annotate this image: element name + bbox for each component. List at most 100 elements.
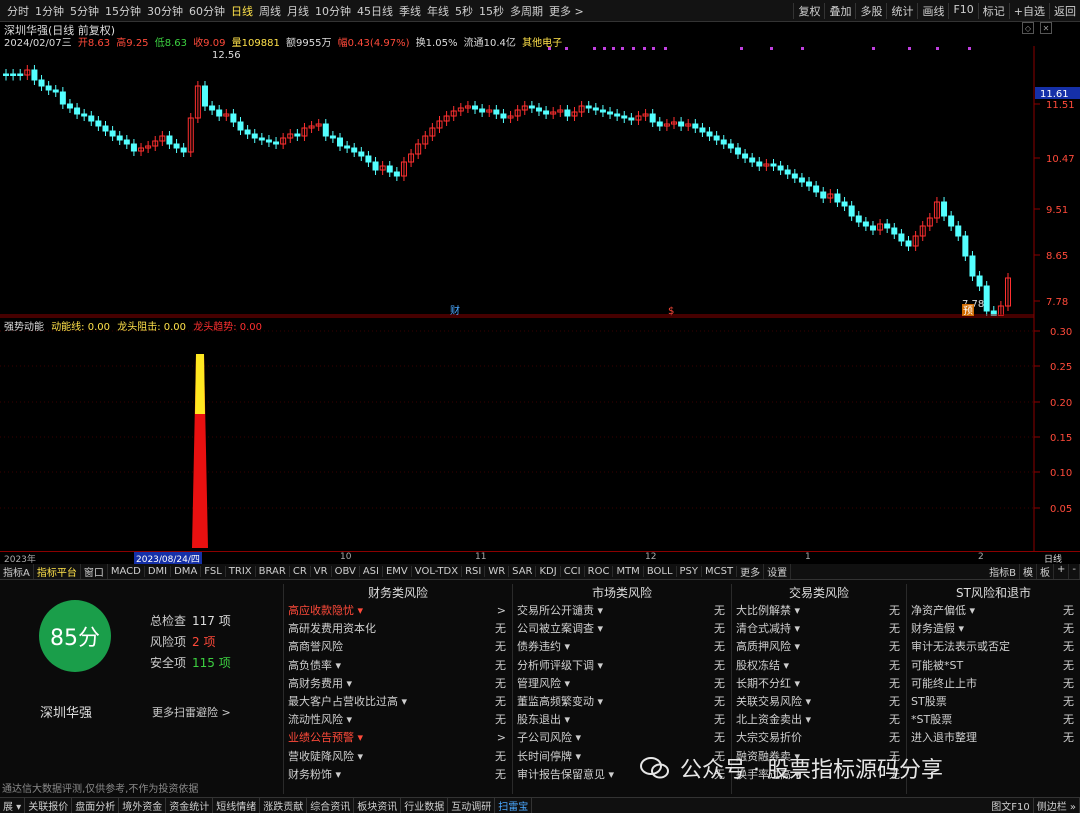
indicator-tab[interactable]: CCI bbox=[561, 566, 585, 577]
period-tab[interactable]: 15分钟 bbox=[102, 3, 144, 19]
settings-icon[interactable]: ◇ bbox=[1022, 22, 1034, 34]
risk-item[interactable]: 长期不分红 ▾ 无 bbox=[732, 675, 906, 693]
risk-item[interactable]: 北上资金卖出 ▾ 无 bbox=[732, 711, 906, 729]
risk-item[interactable]: 股权冻结 ▾ 无 bbox=[732, 657, 906, 675]
indicator-tab[interactable]: DMA bbox=[171, 566, 202, 577]
risk-item[interactable]: ST股票 无 bbox=[907, 693, 1080, 711]
period-tab[interactable]: 5分钟 bbox=[67, 3, 102, 19]
footer-right-button[interactable]: 图文F10 bbox=[988, 798, 1034, 813]
indicator-tab[interactable]: SAR bbox=[509, 566, 537, 577]
footer-tab[interactable]: 涨跌贡献 bbox=[260, 798, 308, 813]
period-tab[interactable]: 更多 > bbox=[546, 3, 587, 19]
indicator-tab-right[interactable]: 板 bbox=[1037, 564, 1054, 579]
indicator-tab[interactable]: 窗口 bbox=[81, 564, 108, 579]
risk-item[interactable]: 高应收款隐忧 ▾ > bbox=[284, 602, 512, 620]
period-tab[interactable]: 多周期 bbox=[507, 3, 546, 19]
risk-item[interactable]: 可能终止上市 无 bbox=[907, 675, 1080, 693]
indicator-tab[interactable]: OBV bbox=[332, 566, 360, 577]
indicator-chart[interactable]: 0.30 0.25 0.20 0.15 0.10 0.05 bbox=[0, 316, 1080, 552]
indicator-tab[interactable]: MTM bbox=[613, 566, 644, 577]
period-tab[interactable]: 5秒 bbox=[452, 3, 476, 19]
risk-item[interactable]: 财务造假 ▾ 无 bbox=[907, 620, 1080, 638]
footer-tab[interactable]: 综合资讯 bbox=[307, 798, 355, 813]
risk-item[interactable]: 高质押风险 ▾ 无 bbox=[732, 638, 906, 656]
indicator-tab-right[interactable]: + bbox=[1054, 564, 1070, 579]
footer-tab[interactable]: 行业数据 bbox=[401, 798, 449, 813]
risk-item[interactable]: 高研发费用资本化 无 bbox=[284, 620, 512, 638]
footer-tab[interactable]: 扫雷宝 bbox=[495, 798, 533, 813]
indicator-tab[interactable]: ROC bbox=[585, 566, 614, 577]
risk-item[interactable]: *ST股票 无 bbox=[907, 711, 1080, 729]
period-tab[interactable]: 周线 bbox=[256, 3, 284, 19]
footer-tab[interactable]: 短线情绪 bbox=[213, 798, 261, 813]
chart-tool-button[interactable]: 统计 bbox=[886, 2, 917, 19]
risk-item[interactable]: 营收陡降风险 ▾ 无 bbox=[284, 748, 512, 766]
dividend-marker[interactable]: $ bbox=[668, 306, 674, 316]
chart-tool-button[interactable]: 标记 bbox=[977, 2, 1009, 19]
footer-tab[interactable]: 展 ▾ bbox=[0, 798, 26, 813]
footer-tab[interactable]: 互动调研 bbox=[448, 798, 496, 813]
period-tab[interactable]: 1分钟 bbox=[32, 3, 67, 19]
indicator-tab[interactable]: MACD bbox=[108, 566, 145, 577]
risk-item[interactable]: 交易所公开谴责 ▾ 无 bbox=[513, 602, 731, 620]
footer-tab[interactable]: 境外资金 bbox=[119, 798, 167, 813]
indicator-tab-right[interactable]: 模 bbox=[1020, 564, 1037, 579]
risk-item[interactable]: 进入退市整理 无 bbox=[907, 729, 1080, 747]
footer-tab[interactable]: 资金统计 bbox=[166, 798, 214, 813]
indicator-name[interactable]: 强势动能 bbox=[4, 322, 44, 333]
risk-item[interactable]: 公司被立案调查 ▾ 无 bbox=[513, 620, 731, 638]
risk-item[interactable]: 高负债率 ▾ 无 bbox=[284, 657, 512, 675]
risk-item[interactable]: 关联交易风险 ▾ 无 bbox=[732, 693, 906, 711]
risk-item[interactable]: 流动性风险 ▾ 无 bbox=[284, 711, 512, 729]
chart-tool-button[interactable]: +自选 bbox=[1008, 2, 1049, 19]
indicator-tab[interactable]: ASI bbox=[360, 566, 383, 577]
more-scan-link[interactable]: 更多扫雷避险 > bbox=[152, 704, 231, 720]
indicator-tab[interactable]: FSL bbox=[201, 566, 226, 577]
footer-right-button[interactable]: 侧边栏 » bbox=[1034, 798, 1080, 813]
risk-item[interactable]: 董监高频繁变动 ▾ 无 bbox=[513, 693, 731, 711]
indicator-tab-right[interactable]: 指标B bbox=[986, 564, 1020, 579]
indicator-tab[interactable]: KDJ bbox=[536, 566, 561, 577]
indicator-tab[interactable]: EMV bbox=[383, 566, 412, 577]
risk-item[interactable]: 高财务费用 ▾ 无 bbox=[284, 675, 512, 693]
period-tab[interactable]: 季线 bbox=[396, 3, 424, 19]
candlestick-chart[interactable]: 11.5110.479.518.657.78 11.61 12.56 7.78 … bbox=[0, 46, 1080, 316]
indicator-tab[interactable]: MCST bbox=[702, 566, 738, 577]
period-tab[interactable]: 15秒 bbox=[476, 3, 507, 19]
indicator-tab[interactable]: BRAR bbox=[256, 566, 290, 577]
footer-tab[interactable]: 板块资讯 bbox=[354, 798, 402, 813]
risk-item[interactable]: 子公司风险 ▾ 无 bbox=[513, 729, 731, 747]
indicator-tab-right[interactable]: - bbox=[1069, 564, 1080, 579]
period-tab[interactable]: 30分钟 bbox=[144, 3, 186, 19]
period-tab[interactable]: 日线 bbox=[228, 3, 256, 19]
period-tab[interactable]: 10分钟 bbox=[312, 3, 354, 19]
indicator-tab[interactable]: DMI bbox=[145, 566, 172, 577]
chart-tool-button[interactable]: 返回 bbox=[1049, 2, 1080, 19]
risk-item[interactable]: 清仓式减持 ▾ 无 bbox=[732, 620, 906, 638]
chart-tool-button[interactable]: 画线 bbox=[917, 2, 948, 19]
risk-item[interactable]: 分析师评级下调 ▾ 无 bbox=[513, 657, 731, 675]
risk-item[interactable]: 管理风险 ▾ 无 bbox=[513, 675, 731, 693]
risk-item[interactable]: 大比例解禁 ▾ 无 bbox=[732, 602, 906, 620]
period-tab[interactable]: 年线 bbox=[424, 3, 452, 19]
risk-item[interactable]: 最大客户占营收比过高 ▾ 无 bbox=[284, 693, 512, 711]
indicator-tab[interactable]: VR bbox=[311, 566, 332, 577]
indicator-tab[interactable]: 更多 bbox=[737, 564, 765, 579]
indicator-tab[interactable]: VOL-TDX bbox=[412, 566, 463, 577]
chart-tool-button[interactable]: F10 bbox=[948, 2, 977, 19]
risk-item[interactable]: 大宗交易折价 无 bbox=[732, 729, 906, 747]
footer-tab[interactable]: 关联报价 bbox=[25, 798, 73, 813]
indicator-tab[interactable]: 设置 bbox=[764, 564, 792, 579]
indicator-tab[interactable]: PSY bbox=[677, 566, 703, 577]
chart-tool-button[interactable]: 复权 bbox=[793, 2, 824, 19]
chart-tool-button[interactable]: 多股 bbox=[855, 2, 886, 19]
risk-item[interactable]: 财务粉饰 ▾ 无 bbox=[284, 766, 512, 784]
period-tab[interactable]: 月线 bbox=[284, 3, 312, 19]
period-tab[interactable]: 60分钟 bbox=[186, 3, 228, 19]
chart-tool-button[interactable]: 叠加 bbox=[824, 2, 855, 19]
close-icon[interactable]: ✕ bbox=[1040, 22, 1052, 34]
risk-item[interactable]: 净资产偏低 ▾ 无 bbox=[907, 602, 1080, 620]
indicator-tab[interactable]: 指标平台 bbox=[34, 564, 81, 579]
forecast-marker[interactable]: 预 bbox=[963, 305, 973, 316]
indicator-tab[interactable]: 指标A bbox=[0, 564, 34, 579]
